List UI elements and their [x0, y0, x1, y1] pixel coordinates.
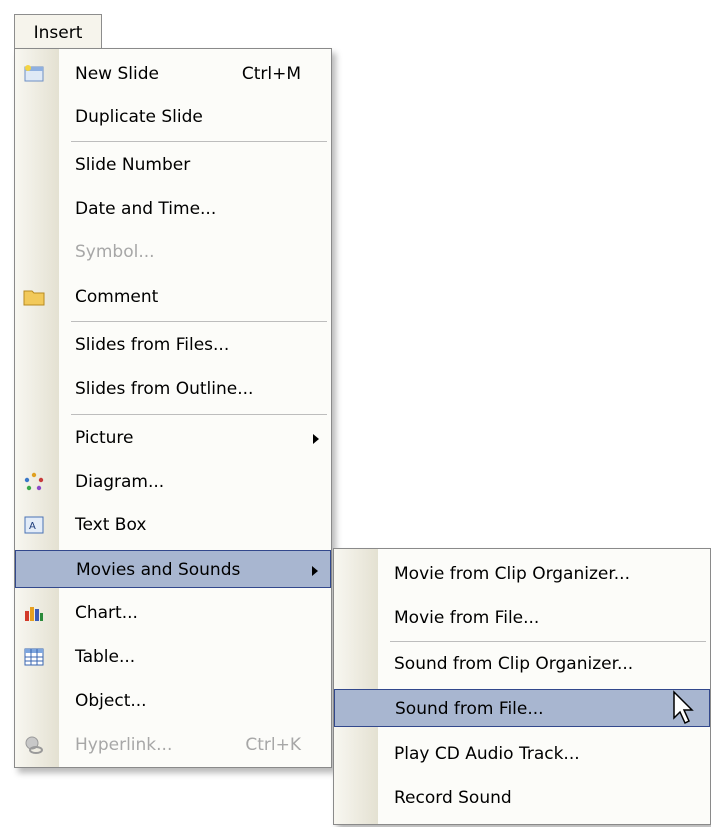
menu-separator	[71, 321, 327, 322]
menu-item-symbol[interactable]: Symbol...	[15, 233, 331, 271]
menu-item-movies-and-sounds[interactable]: Movies and Sounds	[15, 550, 331, 588]
menu-item-new-slide[interactable]: New Slide Ctrl+M	[15, 55, 331, 93]
text-box-icon: A	[24, 516, 44, 534]
menu-item-record-sound[interactable]: Record Sound	[334, 779, 710, 817]
menu-separator	[71, 414, 327, 415]
hyperlink-icon	[25, 736, 43, 754]
menu-item-comment[interactable]: Comment	[15, 278, 331, 316]
shortcut-text: Ctrl+K	[245, 735, 301, 755]
chart-icon	[25, 607, 43, 621]
submenu-arrow-icon	[313, 434, 319, 444]
menu-insert-label: Insert	[33, 23, 83, 43]
menu-item-movie-from-clip-organizer[interactable]: Movie from Clip Organizer...	[334, 555, 710, 593]
menu-item-play-cd-audio-track[interactable]: Play CD Audio Track...	[334, 735, 710, 773]
comment-icon	[23, 290, 45, 306]
menu-separator	[390, 641, 706, 642]
menu-item-slides-from-outline[interactable]: Slides from Outline...	[15, 370, 331, 408]
menu-item-movie-from-file[interactable]: Movie from File...	[334, 599, 710, 637]
shortcut-text: Ctrl+M	[241, 64, 301, 84]
menu-item-slide-number[interactable]: Slide Number	[15, 146, 331, 184]
submenu-arrow-icon	[312, 566, 318, 576]
menu-item-date-and-time[interactable]: Date and Time...	[15, 190, 331, 228]
diagram-icon	[24, 472, 44, 491]
menu-item-sound-from-file[interactable]: Sound from File...	[334, 689, 710, 727]
menu-item-text-box[interactable]: A Text Box	[15, 506, 331, 544]
movies-and-sounds-submenu: Movie from Clip Organizer... Movie from …	[333, 548, 711, 825]
table-icon	[24, 648, 44, 666]
menu-item-picture[interactable]: Picture	[15, 419, 331, 457]
menu-item-slides-from-files[interactable]: Slides from Files...	[15, 326, 331, 364]
menu-insert[interactable]: Insert	[14, 14, 102, 50]
new-slide-icon	[24, 65, 44, 82]
menu-item-hyperlink[interactable]: Hyperlink... Ctrl+K	[15, 726, 331, 764]
menu-item-object[interactable]: Object...	[15, 682, 331, 720]
menu-item-table[interactable]: Table...	[15, 638, 331, 676]
insert-menu: New Slide Ctrl+M Duplicate Slide Slide N…	[14, 48, 332, 768]
menu-item-sound-from-clip-organizer[interactable]: Sound from Clip Organizer...	[334, 645, 710, 683]
menu-item-duplicate-slide[interactable]: Duplicate Slide	[15, 98, 331, 136]
menu-item-chart[interactable]: Chart...	[15, 594, 331, 632]
svg-text:A: A	[29, 521, 36, 532]
menu-separator	[71, 141, 327, 142]
menu-item-diagram[interactable]: Diagram...	[15, 463, 331, 501]
mouse-cursor-icon	[673, 690, 694, 725]
